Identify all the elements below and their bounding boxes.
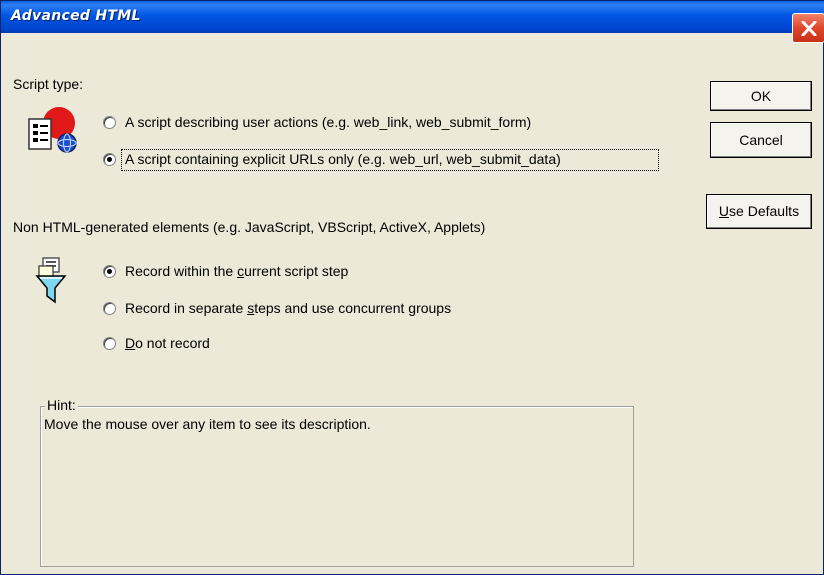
use-defaults-button[interactable]: Use Defaults — [706, 194, 812, 229]
close-icon — [801, 21, 817, 36]
radio-record-separate-steps[interactable] — [103, 302, 116, 315]
title-bar[interactable]: Advanced HTML — [1, 1, 824, 33]
radio-do-not-record-label[interactable]: Do not record — [125, 335, 210, 351]
ok-button[interactable]: OK — [710, 81, 812, 111]
script-type-icon — [28, 107, 77, 153]
radio-record-current-step-label[interactable]: Record within the current script step — [125, 263, 348, 279]
hint-legend: Hint: — [45, 397, 78, 413]
hint-text: Move the mouse over any item to see its … — [44, 416, 371, 432]
radio-explicit-urls[interactable] — [103, 153, 116, 166]
radio-user-actions-label[interactable]: A script describing user actions (e.g. w… — [125, 114, 531, 130]
radio-do-not-record[interactable] — [103, 337, 116, 350]
radio-explicit-urls-label[interactable]: A script containing explicit URLs only (… — [125, 151, 561, 167]
radio-record-current-step[interactable] — [103, 265, 116, 278]
filter-icon — [35, 257, 67, 304]
script-type-label: Script type: — [13, 76, 84, 92]
advanced-html-dialog: Advanced HTML Script type: A script desc… — [0, 0, 824, 575]
radio-record-separate-steps-label[interactable]: Record in separate steps and use concurr… — [125, 300, 451, 316]
close-button[interactable] — [792, 13, 824, 43]
cancel-button[interactable]: Cancel — [710, 122, 812, 158]
radio-user-actions[interactable] — [103, 116, 116, 129]
non-html-label: Non HTML-generated elements (e.g. JavaSc… — [13, 219, 486, 235]
window-title: Advanced HTML — [11, 8, 141, 24]
